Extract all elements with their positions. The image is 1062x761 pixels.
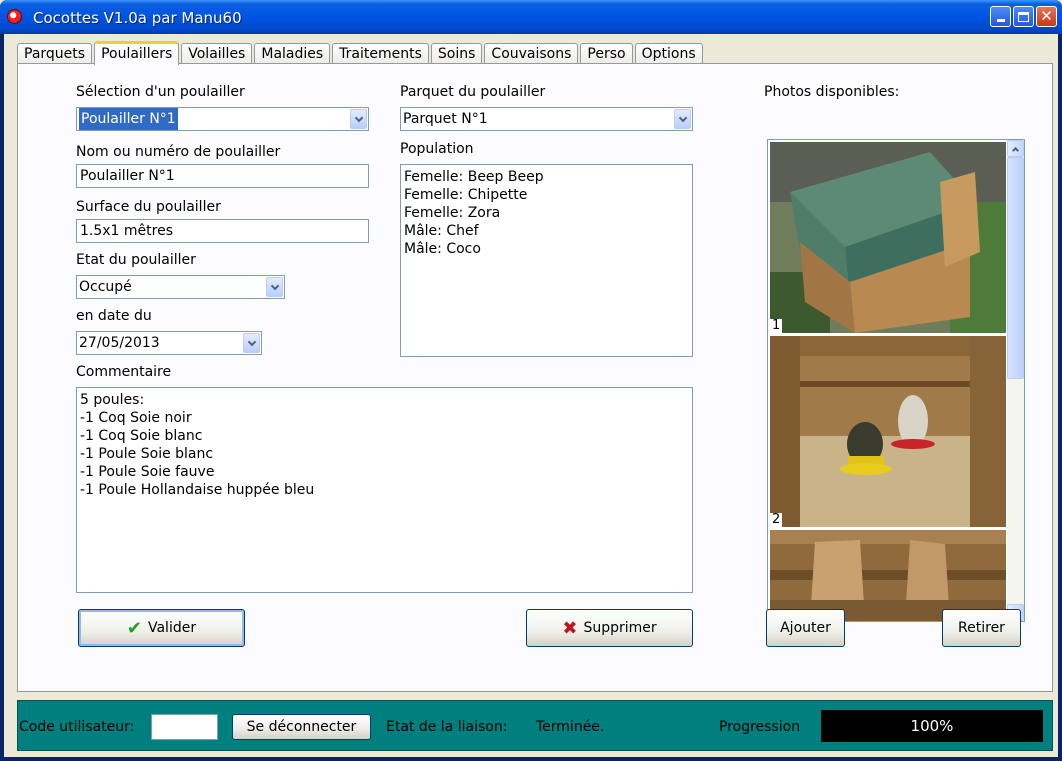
user-code-input[interactable]	[151, 714, 218, 740]
list-item[interactable]: Femelle: Zora	[404, 204, 689, 222]
photo-thumbnail[interactable]	[770, 530, 1006, 621]
tab-soins[interactable]: Soins	[430, 43, 483, 64]
scroll-up-button[interactable]	[1007, 140, 1024, 157]
comment-line: -1 Poule Soie blanc	[80, 446, 214, 462]
state-select-value: Occupé	[79, 279, 132, 295]
user-code-label: Code utilisateur:	[19, 719, 135, 735]
close-icon: ✕	[1040, 7, 1053, 25]
tab-couvaisons[interactable]: Couvaisons	[484, 43, 579, 64]
list-item[interactable]: Mâle: Chef	[404, 222, 689, 240]
surface-input[interactable]: 1.5x1 mêtres	[76, 219, 369, 243]
photo-gallery[interactable]: 1 2	[767, 139, 1025, 622]
remove-photo-button-label: Retirer	[958, 620, 1005, 636]
minimize-icon	[996, 19, 1005, 22]
photo-number: 2	[770, 512, 783, 527]
chevron-up-icon	[1011, 146, 1020, 154]
checkmark-icon: ✔	[126, 617, 142, 639]
parquet-select[interactable]: Parquet N°1	[400, 107, 693, 131]
state-label: Etat du poulailler	[76, 252, 196, 268]
date-picker-value: 27/05/2013	[79, 335, 160, 351]
photos-label: Photos disponibles:	[764, 84, 900, 100]
tab-poulaillers[interactable]: Poulaillers	[94, 41, 180, 65]
delete-button[interactable]: ✖ Supprimer	[526, 609, 693, 647]
tab-strip: Parquets Poulaillers Volailles Maladies …	[17, 40, 705, 65]
app-icon[interactable]	[7, 9, 22, 24]
comment-textarea[interactable]: 5 poules: -1 Coq Soie noir -1 Coq Soie b…	[76, 387, 693, 593]
date-picker-dropdown[interactable]	[243, 333, 260, 353]
comment-line: -1 Coq Soie blanc	[80, 428, 203, 444]
name-label: Nom ou numéro de poulailler	[76, 144, 281, 160]
selection-label: Sélection d'un poulailler	[76, 84, 245, 100]
comment-line: 5 poules:	[80, 392, 145, 408]
parquet-label: Parquet du poulailler	[400, 84, 546, 100]
add-photo-button-label: Ajouter	[780, 620, 831, 636]
application-window: Cocottes V1.0a par Manu60 ✕ Parquets Pou…	[0, 0, 1062, 761]
maximize-button[interactable]	[1013, 6, 1034, 27]
remove-photo-button[interactable]: Retirer	[942, 609, 1021, 647]
photo-number: 1	[770, 318, 783, 333]
photo-thumbnail[interactable]: 2	[770, 336, 1006, 527]
minimize-button[interactable]	[990, 6, 1011, 27]
state-select[interactable]: Occupé	[76, 275, 285, 299]
chevron-down-icon	[270, 281, 279, 290]
delete-x-icon: ✖	[562, 617, 578, 639]
coop-exterior-image	[770, 142, 1006, 333]
coop-nest-image	[770, 530, 1006, 621]
poulailler-select-dropdown[interactable]	[350, 109, 367, 129]
surface-label: Surface du poulailler	[76, 199, 221, 215]
date-label: en date du	[76, 308, 152, 324]
tab-traitements[interactable]: Traitements	[332, 43, 429, 64]
name-input[interactable]: Poulailler N°1	[76, 164, 369, 188]
photo-scrollbar[interactable]	[1007, 140, 1024, 621]
scroll-thumb[interactable]	[1007, 157, 1024, 379]
comment-line: -1 Poule Hollandaise huppée bleu	[80, 482, 315, 498]
poulailler-select[interactable]: Poulailler N°1	[76, 107, 369, 131]
validate-button-label: Valider	[147, 620, 197, 636]
chevron-down-icon	[247, 337, 256, 346]
date-picker[interactable]: 27/05/2013	[76, 331, 262, 355]
tab-volailles[interactable]: Volailles	[181, 43, 253, 64]
validate-button[interactable]: ✔ Valider	[78, 609, 245, 647]
tab-maladies[interactable]: Maladies	[254, 43, 331, 64]
poulaillers-panel: Sélection d'un poulailler Poulailler N°1…	[17, 63, 1053, 692]
comment-line: -1 Poule Soie fauve	[80, 464, 215, 480]
tab-perso[interactable]: Perso	[580, 43, 633, 64]
list-item[interactable]: Femelle: Chipette	[404, 186, 689, 204]
maximize-icon	[1018, 11, 1029, 22]
add-photo-button[interactable]: Ajouter	[766, 609, 845, 647]
disconnect-button[interactable]: Se déconnecter	[232, 714, 371, 740]
status-bar: Code utilisateur: Se déconnecter Etat de…	[17, 700, 1053, 751]
title-bar[interactable]: Cocottes V1.0a par Manu60 ✕	[0, 0, 1062, 34]
tab-options[interactable]: Options	[634, 43, 703, 64]
state-select-dropdown[interactable]	[266, 277, 283, 297]
list-item[interactable]: Mâle: Coco	[404, 240, 689, 258]
poulailler-select-value: Poulailler N°1	[79, 108, 178, 130]
progress-bar: 100%	[821, 710, 1043, 742]
parquet-select-dropdown[interactable]	[674, 109, 691, 129]
progress-text: 100%	[910, 717, 954, 735]
link-state-value: Terminée.	[536, 719, 605, 735]
progress-label: Progression	[719, 719, 801, 735]
client-area: Parquets Poulaillers Volailles Maladies …	[4, 34, 1058, 757]
list-item[interactable]: Femelle: Beep Beep	[404, 168, 689, 186]
chevron-down-icon	[678, 113, 687, 122]
window-title: Cocottes V1.0a par Manu60	[33, 9, 242, 27]
comment-line: -1 Coq Soie noir	[80, 410, 192, 426]
comment-label: Commentaire	[76, 364, 172, 380]
delete-button-label: Supprimer	[583, 620, 657, 636]
chevron-down-icon	[354, 113, 363, 122]
population-label: Population	[400, 141, 474, 157]
parquet-select-value: Parquet N°1	[403, 111, 488, 127]
tab-parquets[interactable]: Parquets	[17, 43, 93, 64]
link-state-label: Etat de la liaison:	[386, 719, 508, 735]
coop-interior-image	[770, 336, 1006, 527]
close-button[interactable]: ✕	[1036, 6, 1057, 27]
population-list[interactable]: Femelle: Beep Beep Femelle: Chipette Fem…	[400, 164, 693, 357]
photo-thumbnail[interactable]: 1	[770, 142, 1006, 333]
